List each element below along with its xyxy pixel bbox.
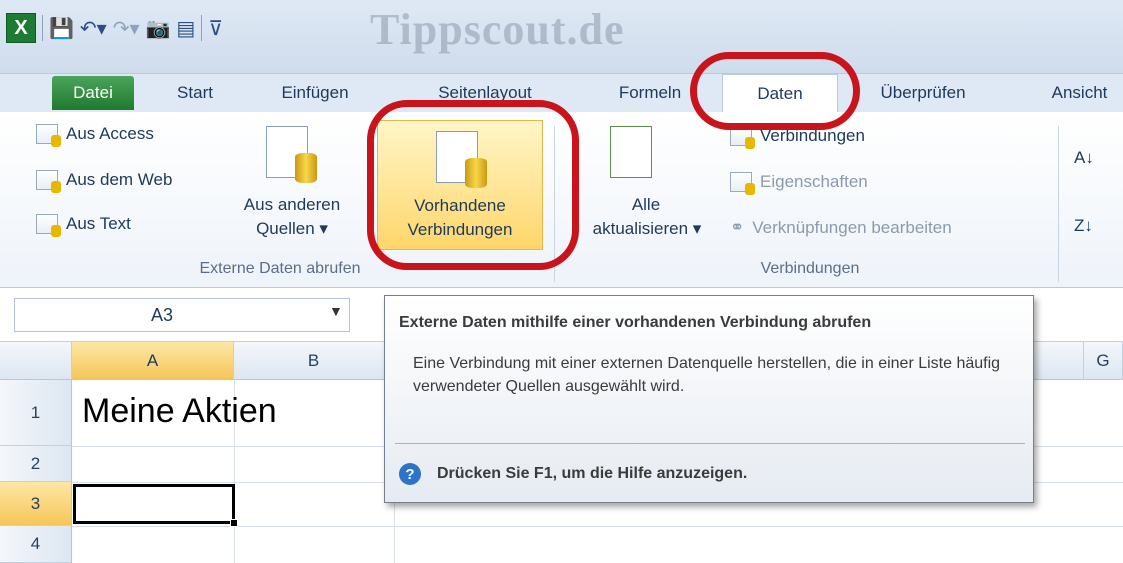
quick-access-toolbar: X 💾 ↶▾ ↷▾ 📷 ▤ ⊽	[6, 8, 223, 48]
aus-dem-web-label: Aus dem Web	[66, 170, 173, 189]
select-all-corner[interactable]	[0, 342, 72, 380]
cell-a3-selected[interactable]	[73, 484, 235, 524]
title-bar: X 💾 ↶▾ ↷▾ 📷 ▤ ⊽ Tippscout.de	[0, 0, 1123, 74]
tab-datei[interactable]: Datei	[52, 76, 134, 110]
sort-ascending-icon[interactable]: A↓	[1074, 148, 1094, 168]
annotation-ellipse-vorhandene	[367, 100, 579, 270]
aus-dem-web-button[interactable]: Aus dem Web	[36, 170, 173, 193]
annotation-ellipse-daten	[690, 52, 860, 130]
aus-access-label: Aus Access	[66, 124, 154, 143]
tab-ansicht[interactable]: Ansicht	[1036, 74, 1123, 112]
verknuepfungen-button[interactable]: ⚭ Verknüpfungen bearbeiten	[730, 218, 952, 238]
group-label-verbindungen: Verbindungen	[760, 260, 860, 277]
tooltip-separator	[395, 443, 1025, 444]
aus-access-button[interactable]: Aus Access	[36, 124, 154, 147]
eigenschaften-button[interactable]: Eigenschaften	[730, 172, 868, 195]
alle-label-2: aktualisieren ▾	[592, 219, 702, 238]
web-icon	[36, 170, 61, 193]
text-file-icon	[36, 214, 61, 237]
tab-ueberpruefen[interactable]: Überprüfen	[858, 74, 988, 112]
qat-separator	[42, 15, 43, 41]
tab-formeln[interactable]: Formeln	[600, 74, 700, 112]
tab-start[interactable]: Start	[160, 74, 230, 112]
alle-label-1: Alle	[631, 195, 661, 214]
name-box-value: A3	[151, 305, 174, 325]
aus-anderen-label-2: Quellen ▾	[256, 219, 328, 238]
cell-a1[interactable]: Meine Aktien	[82, 392, 277, 431]
tooltip-title: Externe Daten mithilfe einer vorhandenen…	[399, 314, 872, 331]
eigenschaften-label: Eigenschaften	[760, 172, 868, 191]
row-header-4[interactable]: 4	[0, 526, 72, 563]
aus-text-button[interactable]: Aus Text	[36, 214, 131, 237]
tooltip-body: Eine Verbindung mit einer externen Daten…	[413, 355, 1001, 395]
undo-icon[interactable]: ↶▾	[80, 12, 107, 44]
row-header-3[interactable]: 3	[0, 482, 72, 526]
watermark: Tippscout.de	[370, 5, 625, 54]
excel-logo[interactable]: X	[6, 13, 36, 43]
properties-icon	[730, 172, 755, 195]
group-label-externe-daten: Externe Daten abrufen	[199, 260, 361, 277]
tooltip-help-text: Drücken Sie F1, um die Hilfe anzuzeigen.	[437, 465, 748, 482]
camera-icon[interactable]: 📷	[146, 12, 171, 44]
refresh-all-icon	[610, 126, 652, 178]
column-header-g[interactable]: G	[1084, 342, 1123, 380]
name-box[interactable]: A3 ▼	[14, 298, 350, 332]
group-separator	[1058, 126, 1059, 282]
tooltip: Externe Daten mithilfe einer vorhandenen…	[384, 295, 1034, 503]
fill-handle[interactable]	[230, 519, 238, 527]
access-icon	[36, 124, 61, 147]
column-header-b[interactable]: B	[234, 342, 394, 380]
customize-icon[interactable]: ⊽	[208, 12, 223, 44]
verknuepfungen-label: Verknüpfungen bearbeiten	[752, 218, 952, 237]
row-header-1[interactable]: 1	[0, 380, 72, 446]
aus-text-label: Aus Text	[66, 214, 131, 233]
help-icon: ?	[399, 463, 421, 485]
form-icon[interactable]: ▤	[176, 12, 195, 44]
row-header-2[interactable]: 2	[0, 446, 72, 482]
column-header-a[interactable]: A	[72, 342, 234, 380]
redo-icon[interactable]: ↷▾	[113, 12, 140, 44]
tab-einfuegen[interactable]: Einfügen	[260, 74, 370, 112]
qat-separator	[201, 15, 203, 41]
other-sources-icon	[266, 126, 317, 183]
aus-anderen-label-1: Aus anderen	[243, 195, 341, 214]
save-icon[interactable]: 💾	[49, 12, 74, 44]
sort-descending-icon[interactable]: Z↓	[1074, 216, 1093, 236]
link-icon: ⚭	[730, 218, 745, 237]
name-box-dropdown-icon[interactable]: ▼	[329, 303, 343, 319]
